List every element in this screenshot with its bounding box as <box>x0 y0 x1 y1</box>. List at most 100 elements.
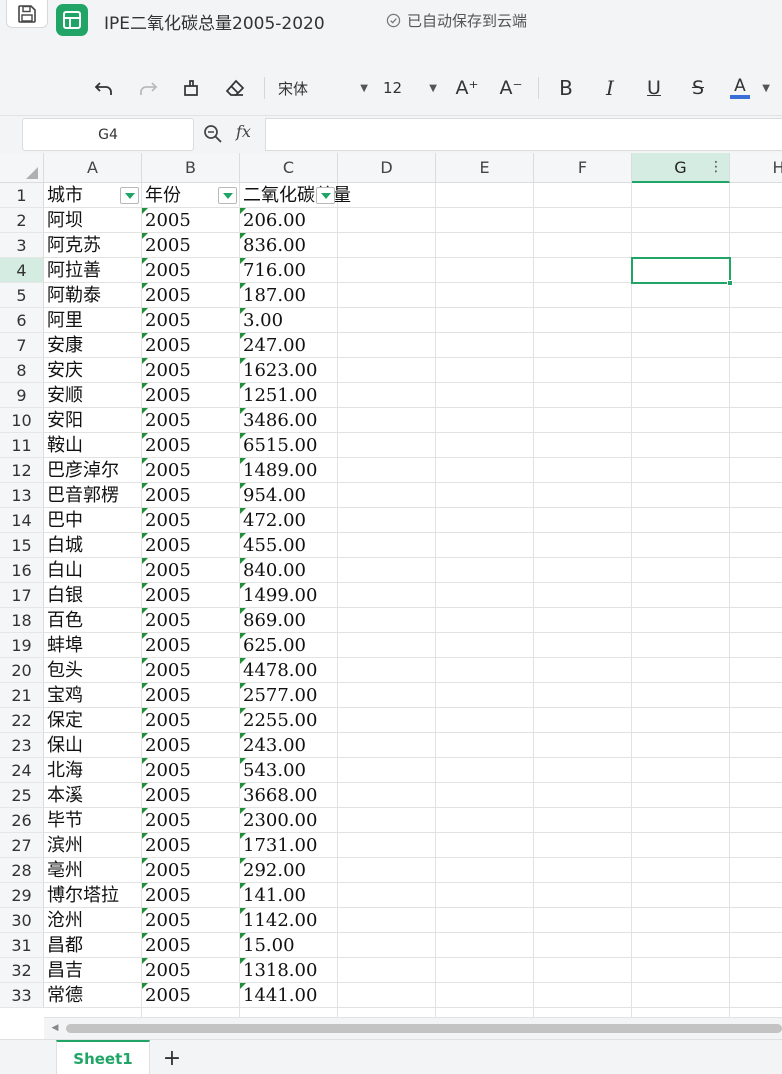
row-header[interactable]: 5 <box>0 283 44 308</box>
formula-input[interactable] <box>265 118 782 151</box>
column-header-d[interactable]: D <box>338 153 436 183</box>
city-cell[interactable]: 鞍山 <box>44 433 83 458</box>
column-header-h[interactable]: H <box>730 153 782 183</box>
year-cell[interactable]: 2005 <box>142 533 191 558</box>
row-header[interactable]: 29 <box>0 883 44 908</box>
redo-button[interactable] <box>136 75 160 101</box>
co2-cell[interactable]: 141.00 <box>240 883 306 908</box>
city-cell[interactable]: 安庆 <box>44 358 83 383</box>
year-cell[interactable]: 2005 <box>142 558 191 583</box>
co2-cell[interactable]: 1318.00 <box>240 958 317 983</box>
decrease-font-button[interactable]: A⁻ <box>499 75 523 101</box>
zoom-button[interactable] <box>203 124 223 148</box>
year-cell[interactable]: 2005 <box>142 483 191 508</box>
spreadsheet-grid[interactable]: ABCDEFGH 1 2 3 4 5 6 7 8 9 10 11 12 13 14 15 16 17 18 19 20… <box>0 153 782 1017</box>
row-header[interactable]: 8 <box>0 358 44 383</box>
year-cell[interactable]: 2005 <box>142 508 191 533</box>
column-header-f[interactable]: F <box>534 153 632 183</box>
co2-cell[interactable]: 15.00 <box>240 933 295 958</box>
co2-cell[interactable]: 187.00 <box>240 283 306 308</box>
year-cell[interactable]: 2005 <box>142 833 191 858</box>
co2-cell[interactable]: 292.00 <box>240 858 306 883</box>
column-header-a[interactable]: A <box>44 153 142 183</box>
row-header[interactable]: 32 <box>0 958 44 983</box>
font-size-select[interactable]: 12 ▼ <box>383 75 437 101</box>
year-cell[interactable]: 2005 <box>142 858 191 883</box>
city-cell[interactable]: 蚌埠 <box>44 633 83 658</box>
add-sheet-button[interactable]: + <box>160 1046 184 1071</box>
co2-cell[interactable]: 954.00 <box>240 483 306 508</box>
row-header[interactable]: 30 <box>0 908 44 933</box>
co2-cell[interactable]: 1489.00 <box>240 458 317 483</box>
year-cell[interactable]: 2005 <box>142 733 191 758</box>
year-cell[interactable]: 2005 <box>142 208 191 233</box>
document-title[interactable]: IPE二氧化碳总量2005-2020 <box>104 9 325 34</box>
co2-cell[interactable]: 2255.00 <box>240 708 317 733</box>
co2-cell[interactable]: 2300.00 <box>240 808 317 833</box>
row-header[interactable]: 2 <box>0 208 44 233</box>
year-cell[interactable]: 2005 <box>142 633 191 658</box>
year-cell[interactable]: 2005 <box>142 883 191 908</box>
row-header[interactable]: 17 <box>0 583 44 608</box>
year-cell[interactable]: 2005 <box>142 308 191 333</box>
co2-cell[interactable]: 6515.00 <box>240 433 317 458</box>
row-header[interactable]: 27 <box>0 833 44 858</box>
co2-cell[interactable]: 1142.00 <box>240 908 317 933</box>
co2-cell[interactable]: 3486.00 <box>240 408 317 433</box>
row-header[interactable]: 18 <box>0 608 44 633</box>
row-header[interactable]: 25 <box>0 783 44 808</box>
year-cell[interactable]: 2005 <box>142 708 191 733</box>
city-cell[interactable]: 安康 <box>44 333 83 358</box>
co2-cell[interactable]: 836.00 <box>240 233 306 258</box>
format-painter-button[interactable] <box>179 75 203 101</box>
co2-cell[interactable]: 247.00 <box>240 333 306 358</box>
year-cell[interactable]: 2005 <box>142 783 191 808</box>
co2-cell[interactable]: 1499.00 <box>240 583 317 608</box>
row-header[interactable]: 15 <box>0 533 44 558</box>
year-cell[interactable]: 2005 <box>142 758 191 783</box>
year-cell[interactable]: 2005 <box>142 583 191 608</box>
row-header[interactable]: 1 <box>0 183 44 208</box>
co2-cell[interactable]: 1731.00 <box>240 833 317 858</box>
co2-cell[interactable]: 3668.00 <box>240 783 317 808</box>
year-cell[interactable]: 2005 <box>142 383 191 408</box>
co2-cell[interactable]: 1251.00 <box>240 383 317 408</box>
year-cell[interactable]: 2005 <box>142 608 191 633</box>
save-button[interactable] <box>6 0 48 28</box>
co2-cell[interactable]: 1441.00 <box>240 983 317 1008</box>
city-cell[interactable]: 毕节 <box>44 808 83 833</box>
row-header[interactable]: 14 <box>0 508 44 533</box>
row-header[interactable]: 16 <box>0 558 44 583</box>
year-cell[interactable]: 2005 <box>142 908 191 933</box>
row-header[interactable]: 9 <box>0 383 44 408</box>
city-cell[interactable]: 巴音郭楞 <box>44 483 119 508</box>
row-header[interactable]: 20 <box>0 658 44 683</box>
year-cell[interactable]: 2005 <box>142 258 191 283</box>
city-cell[interactable]: 本溪 <box>44 783 83 808</box>
row-header[interactable]: 4 <box>0 258 44 283</box>
font-color-button[interactable]: A ▼ <box>730 75 770 101</box>
city-cell[interactable]: 巴中 <box>44 508 83 533</box>
city-cell[interactable]: 昌吉 <box>44 958 83 983</box>
filter-dropdown-icon[interactable] <box>316 187 335 204</box>
row-header[interactable]: 19 <box>0 633 44 658</box>
fill-handle[interactable] <box>727 280 733 286</box>
row-header[interactable]: 12 <box>0 458 44 483</box>
year-cell[interactable]: 2005 <box>142 958 191 983</box>
co2-cell[interactable]: 206.00 <box>240 208 306 233</box>
year-cell[interactable]: 2005 <box>142 658 191 683</box>
city-cell[interactable]: 滨州 <box>44 833 83 858</box>
row-header[interactable]: 13 <box>0 483 44 508</box>
co2-cell[interactable]: 2577.00 <box>240 683 317 708</box>
select-all-corner[interactable] <box>0 153 44 183</box>
selected-cell-g4[interactable] <box>631 257 731 284</box>
name-box[interactable]: G4 <box>22 118 194 151</box>
row-header[interactable]: 3 <box>0 233 44 258</box>
city-cell[interactable]: 阿里 <box>44 308 83 333</box>
city-cell[interactable]: 阿克苏 <box>44 233 101 258</box>
year-cell[interactable]: 2005 <box>142 683 191 708</box>
city-cell[interactable]: 北海 <box>44 758 83 783</box>
year-cell[interactable]: 2005 <box>142 983 191 1008</box>
row-header[interactable]: 26 <box>0 808 44 833</box>
italic-button[interactable]: I <box>598 75 622 101</box>
